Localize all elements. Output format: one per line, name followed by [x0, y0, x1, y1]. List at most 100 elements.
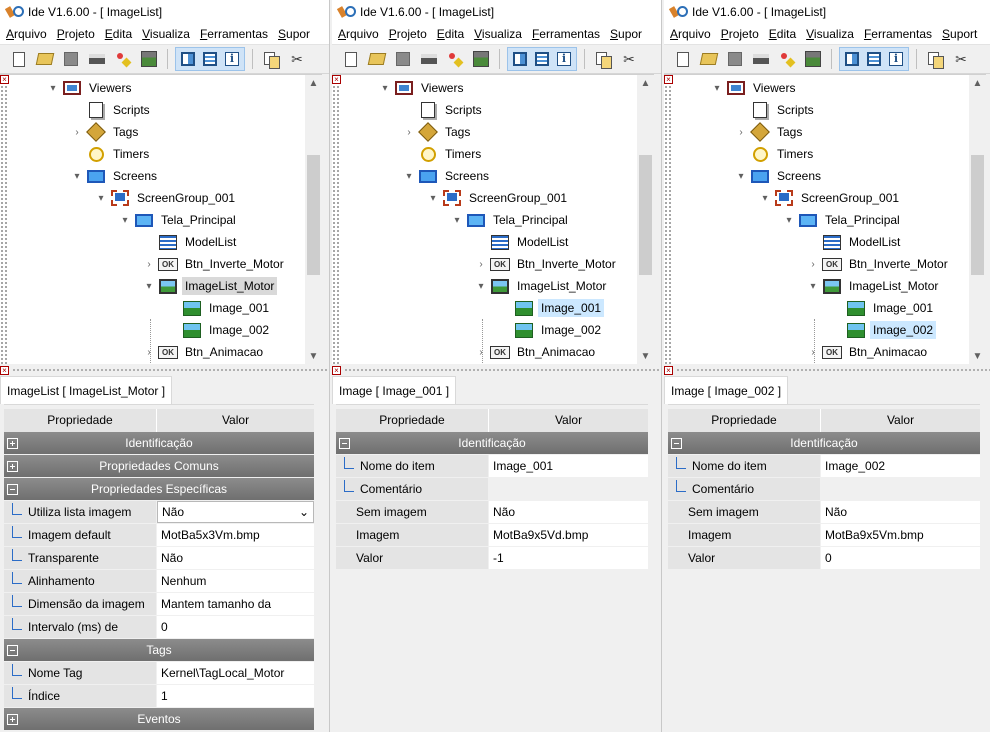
property-row[interactable]: Imagem MotBa9x5Vd.bmp: [336, 524, 648, 547]
tree-node[interactable]: › OK Btn_Inverte_Motor: [474, 253, 619, 275]
expand-toggle-icon[interactable]: ▾: [142, 275, 156, 297]
property-category[interactable]: Propriedades Específicas: [4, 478, 314, 501]
wizard-button[interactable]: [444, 48, 466, 70]
property-row[interactable]: Sem imagem Não: [336, 501, 648, 524]
menu-item[interactable]: Arquivo: [670, 27, 711, 41]
cut-button[interactable]: ✂: [950, 48, 972, 70]
cut-button[interactable]: ✂: [618, 48, 640, 70]
pane-grip[interactable]: [664, 85, 672, 364]
tree-node[interactable]: ▾ Screens: [402, 165, 492, 187]
tree-node[interactable]: ▾ Viewers: [710, 77, 798, 99]
property-category[interactable]: Tags: [4, 639, 314, 662]
tree-node[interactable]: Timers: [402, 143, 484, 165]
expand-toggle-icon[interactable]: ›: [402, 121, 416, 143]
property-value[interactable]: Não: [157, 547, 314, 569]
menu-item[interactable]: Edita: [437, 27, 464, 41]
layout-list-button[interactable]: [532, 49, 552, 69]
menu-item[interactable]: Visualiza: [142, 27, 190, 41]
tree-node[interactable]: ModelList: [474, 231, 571, 253]
menu-item[interactable]: Projeto: [389, 27, 427, 41]
database-button[interactable]: [138, 48, 160, 70]
tree-node[interactable]: ▾ ScreenGroup_001: [94, 187, 238, 209]
print-button[interactable]: [750, 48, 772, 70]
save-button[interactable]: [60, 48, 82, 70]
property-value[interactable]: Kernel\TagLocal_Motor: [157, 662, 314, 684]
property-row[interactable]: Dimensão da imagem Mantem tamanho da: [4, 593, 314, 616]
expand-toggle-icon[interactable]: ▾: [426, 187, 440, 209]
open-folder-button[interactable]: [34, 48, 56, 70]
expand-toggle-icon[interactable]: ▾: [474, 275, 488, 297]
new-file-button[interactable]: [340, 48, 362, 70]
column-header-value[interactable]: Valor: [157, 409, 314, 432]
tree-node[interactable]: ▾ ImageList_Motor: [474, 275, 609, 297]
cut-button[interactable]: ✂: [286, 48, 308, 70]
scroll-up-icon[interactable]: ▲: [969, 75, 986, 92]
menu-item[interactable]: Projeto: [721, 27, 759, 41]
property-row[interactable]: Imagem MotBa9x5Vm.bmp: [668, 524, 980, 547]
tree-node[interactable]: Scripts: [402, 99, 485, 121]
property-category[interactable]: Eventos: [4, 708, 314, 731]
print-button[interactable]: [418, 48, 440, 70]
tree-node[interactable]: › OK Btn_Animacao: [474, 341, 598, 363]
property-value[interactable]: 0: [821, 547, 980, 569]
tree-node[interactable]: ▾ Tela_Principal: [118, 209, 239, 231]
print-button[interactable]: [86, 48, 108, 70]
expand-toggle-icon[interactable]: ▾: [710, 77, 724, 99]
info-button[interactable]: i: [886, 49, 906, 69]
database-button[interactable]: [802, 48, 824, 70]
expand-toggle-icon[interactable]: ▾: [806, 275, 820, 297]
splitter-grip[interactable]: [344, 368, 661, 372]
layout-list-button[interactable]: [864, 49, 884, 69]
menu-item[interactable]: Supor: [610, 27, 642, 41]
menu-item[interactable]: Ferramentas: [864, 27, 932, 41]
pane-close-icon[interactable]: ×: [332, 366, 341, 375]
scroll-thumb[interactable]: [639, 155, 652, 275]
expand-toggle-icon[interactable]: ▾: [70, 165, 84, 187]
pane-close-icon[interactable]: ×: [664, 75, 673, 84]
tree-node[interactable]: ModelList: [806, 231, 903, 253]
column-header-property[interactable]: Propriedade: [336, 409, 489, 432]
tree-node[interactable]: ▾ Tela_Principal: [450, 209, 571, 231]
tree-node[interactable]: ▾ Viewers: [378, 77, 466, 99]
tree-node[interactable]: Image_001: [830, 297, 936, 319]
tree-node[interactable]: ▾ ImageList_Motor: [142, 275, 278, 297]
tree-node[interactable]: ▾ ScreenGroup_001: [426, 187, 570, 209]
layout-split-button[interactable]: [842, 49, 862, 69]
menu-item[interactable]: Edita: [769, 27, 796, 41]
property-value[interactable]: Image_002: [821, 455, 980, 477]
tree-node[interactable]: › OK Btn_Animacao: [142, 341, 266, 363]
save-button[interactable]: [392, 48, 414, 70]
expand-toggle-icon[interactable]: ›: [474, 253, 488, 275]
expand-toggle-icon[interactable]: ▾: [402, 165, 416, 187]
tree-node[interactable]: Image_002: [498, 319, 604, 341]
property-row[interactable]: Transparente Não: [4, 547, 314, 570]
wizard-button[interactable]: [776, 48, 798, 70]
pane-splitter[interactable]: ×: [664, 365, 990, 375]
property-category[interactable]: Propriedades Comuns: [4, 455, 314, 478]
tree-scrollbar[interactable]: ▲ ▼: [969, 75, 986, 364]
property-row[interactable]: Imagem default MotBa5x3Vm.bmp: [4, 524, 314, 547]
menu-item[interactable]: Edita: [105, 27, 132, 41]
pane-splitter[interactable]: ×: [0, 365, 329, 375]
open-folder-button[interactable]: [366, 48, 388, 70]
tree-node[interactable]: › Tags: [70, 121, 141, 143]
pane-grip[interactable]: [332, 85, 340, 364]
property-row[interactable]: Sem imagem Não: [668, 501, 980, 524]
property-value[interactable]: Nenhum: [157, 570, 314, 592]
pane-close-icon[interactable]: ×: [0, 75, 9, 84]
property-row[interactable]: Nome Tag Kernel\TagLocal_Motor: [4, 662, 314, 685]
pane-close-icon[interactable]: ×: [664, 366, 673, 375]
pane-close-icon[interactable]: ×: [0, 366, 9, 375]
properties-tab[interactable]: ImageList [ ImageList_Motor ]: [0, 376, 173, 404]
property-value[interactable]: [489, 478, 648, 500]
save-button[interactable]: [724, 48, 746, 70]
menu-item[interactable]: Arquivo: [6, 27, 47, 41]
menu-item[interactable]: Ferramentas: [200, 27, 268, 41]
layout-split-button[interactable]: [510, 49, 530, 69]
expand-toggle-icon[interactable]: ▾: [378, 77, 392, 99]
properties-tab[interactable]: Image [ Image_002 ]: [664, 376, 789, 404]
property-category[interactable]: Identificação: [336, 432, 648, 455]
info-button[interactable]: i: [222, 49, 242, 69]
property-category[interactable]: Identificação: [668, 432, 980, 455]
open-folder-button[interactable]: [698, 48, 720, 70]
